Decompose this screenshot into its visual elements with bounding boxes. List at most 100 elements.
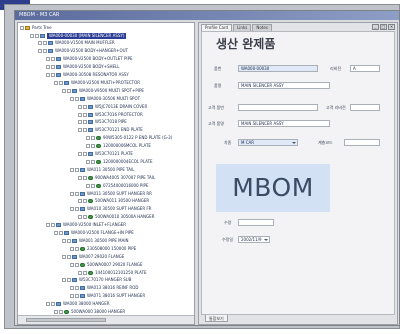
expand-toggle[interactable] — [62, 88, 66, 93]
expand-toggle[interactable] — [46, 223, 50, 228]
node-checkbox[interactable] — [51, 73, 55, 77]
expand-toggle[interactable] — [78, 199, 82, 204]
tree-node[interactable]: WA000-V2500 BODY+SHELL — [46, 64, 120, 71]
tab-links[interactable]: Links — [233, 24, 252, 31]
node-checkbox[interactable] — [91, 136, 95, 141]
tree-node[interactable]: 1200000004ECOL PLATE — [86, 158, 153, 165]
quantity-field[interactable] — [238, 219, 274, 226]
tree-node[interactable]: W5JC7013E DRAIN COVER — [78, 103, 147, 110]
node-checkbox[interactable] — [67, 88, 71, 93]
customer-part-no-field[interactable] — [238, 104, 318, 111]
tree-root[interactable]: Parts Tree — [20, 24, 52, 31]
expand-toggle[interactable] — [70, 294, 74, 299]
node-checkbox[interactable] — [83, 128, 87, 133]
expand-toggle[interactable] — [62, 278, 66, 283]
node-checkbox[interactable] — [75, 191, 79, 196]
node-checkbox[interactable] — [91, 159, 95, 164]
customer-part-name-field[interactable]: MAIN SILENCER ASSY — [238, 120, 330, 127]
tree-node[interactable]: WA000-V2500 INLET+FLANGER — [46, 222, 126, 229]
tree-node[interactable]: W53C70121 END PLATE — [78, 127, 143, 134]
tree-node[interactable]: WA000 38000 HANGER — [46, 301, 110, 308]
node-checkbox[interactable] — [75, 246, 79, 251]
tree-node[interactable]: WA007 29020 FLANGE — [62, 253, 124, 260]
node-checkbox[interactable] — [75, 262, 79, 267]
tree-node[interactable]: WA010 30500 SUPT HANGER FR — [70, 206, 151, 213]
tree-node[interactable]: 90W5305-0122 P END PLATE (G-3) — [86, 135, 172, 142]
parts-tree[interactable]: Parts Tree WA000-00030 (MAIN SILENCER ASS… — [18, 23, 194, 314]
expand-toggle[interactable] — [30, 33, 34, 38]
node-checkbox[interactable] — [67, 254, 71, 259]
model-select[interactable]: M CAR — [238, 139, 298, 146]
node-checkbox[interactable] — [83, 175, 87, 180]
tree-node[interactable]: WA000-00030 (MAIN SILENCER ASSY) — [30, 32, 127, 39]
expand-toggle[interactable] — [78, 215, 82, 220]
tree-node[interactable]: WA000-V2500 BODY+HANGER+OUT — [38, 48, 128, 55]
tree-node[interactable]: WA013 38016 REINF ROD — [70, 285, 138, 292]
node-checkbox[interactable] — [43, 49, 47, 54]
node-checkbox[interactable] — [51, 302, 55, 307]
node-checkbox[interactable] — [59, 231, 63, 235]
node-checkbox[interactable] — [75, 294, 79, 299]
node-checkbox[interactable] — [51, 65, 55, 70]
tab-profile-card[interactable]: Profile Card — [201, 24, 233, 31]
tree-node[interactable]: WA000-V2500 FLANGE+IN PIPE — [54, 230, 134, 237]
tree-node[interactable]: WA000-V2500 BODY+OUTLET PIPE — [46, 56, 133, 63]
expand-toggle[interactable] — [46, 73, 50, 77]
node-checkbox[interactable] — [83, 215, 87, 220]
node-checkbox[interactable] — [83, 112, 87, 117]
tree-node[interactable]: WA000-V9500 MULTI SPOT+PIPE — [62, 87, 144, 94]
node-checkbox[interactable] — [75, 96, 79, 101]
expand-toggle[interactable] — [54, 310, 58, 314]
part-name-field[interactable]: MAIN SILENCER ASSY — [238, 82, 330, 89]
tree-node[interactable]: WA001 30500 PIPE MAIN — [62, 237, 129, 244]
node-checkbox[interactable] — [83, 104, 87, 109]
tree-node[interactable]: WA011 30500 PIPE TAIL — [70, 166, 134, 173]
tree-node[interactable]: W53C7018 PIPE — [78, 119, 127, 126]
tree-node[interactable]: W53C7016 PROTECTOR — [78, 111, 143, 118]
maximize-button[interactable]: □ — [380, 24, 387, 30]
tree-node[interactable]: WA000-V1500 MAIN MUFFLER — [38, 40, 115, 47]
expand-toggle[interactable] — [78, 120, 82, 125]
revision-field[interactable]: A — [350, 65, 380, 72]
tree-node[interactable]: 07254000016000 PIPE — [86, 182, 148, 189]
part-no-field[interactable]: WA000-00030 — [238, 65, 318, 72]
expand-toggle[interactable] — [78, 128, 82, 133]
tree-node[interactable]: 500WA011 30500 HANGER — [78, 198, 149, 205]
expand-toggle[interactable] — [20, 25, 24, 30]
expand-toggle[interactable] — [78, 175, 82, 180]
node-checkbox[interactable] — [83, 270, 87, 275]
tree-node[interactable]: WA000-30508 RESONATOR ASSY — [46, 72, 129, 79]
parts-tree-panel[interactable]: Parts Tree WA000-00030 (MAIN SILENCER ASS… — [17, 22, 195, 325]
expand-toggle[interactable] — [38, 41, 42, 46]
date-picker[interactable]: 2002/11/9 — [238, 236, 270, 243]
tree-node[interactable]: 500WA000 38000 HANGER — [54, 309, 125, 314]
node-checkbox[interactable] — [75, 207, 79, 212]
tree-node[interactable]: WA000-30506 MULTI SPOT — [70, 95, 140, 102]
node-checkbox[interactable] — [75, 167, 79, 172]
expand-toggle[interactable] — [78, 270, 82, 275]
node-checkbox[interactable] — [59, 310, 63, 314]
node-checkbox[interactable] — [83, 199, 87, 204]
node-checkbox[interactable] — [43, 41, 47, 46]
tree-node[interactable]: 900WA4005 307007 PIPE TAIL — [78, 174, 155, 181]
tree-horizontal-scrollbar[interactable] — [18, 315, 194, 324]
expand-toggle[interactable] — [62, 238, 66, 243]
expand-toggle[interactable] — [46, 65, 50, 70]
tree-node[interactable]: 144100012101250 PLATE — [78, 269, 147, 276]
customer-revision-field[interactable] — [350, 104, 380, 111]
expand-toggle[interactable] — [70, 286, 74, 291]
node-checkbox[interactable] — [67, 278, 71, 283]
node-checkbox[interactable] — [75, 286, 79, 291]
status-tab[interactable]: 통합보기 — [205, 315, 228, 322]
node-checkbox[interactable] — [83, 152, 87, 156]
node-checkbox[interactable] — [51, 223, 55, 228]
expand-toggle[interactable] — [86, 159, 90, 164]
unit-field[interactable] — [344, 139, 380, 146]
tree-node[interactable]: W53C70121 PLATE — [78, 151, 133, 158]
expand-toggle[interactable] — [70, 96, 74, 101]
tree-node[interactable]: 500WA0010 30500A HANGER — [78, 214, 154, 221]
expand-toggle[interactable] — [86, 136, 90, 141]
tree-node[interactable]: 120000006MCOL PLATE — [86, 143, 151, 150]
expand-toggle[interactable] — [46, 57, 50, 62]
node-checkbox[interactable] — [91, 183, 95, 188]
